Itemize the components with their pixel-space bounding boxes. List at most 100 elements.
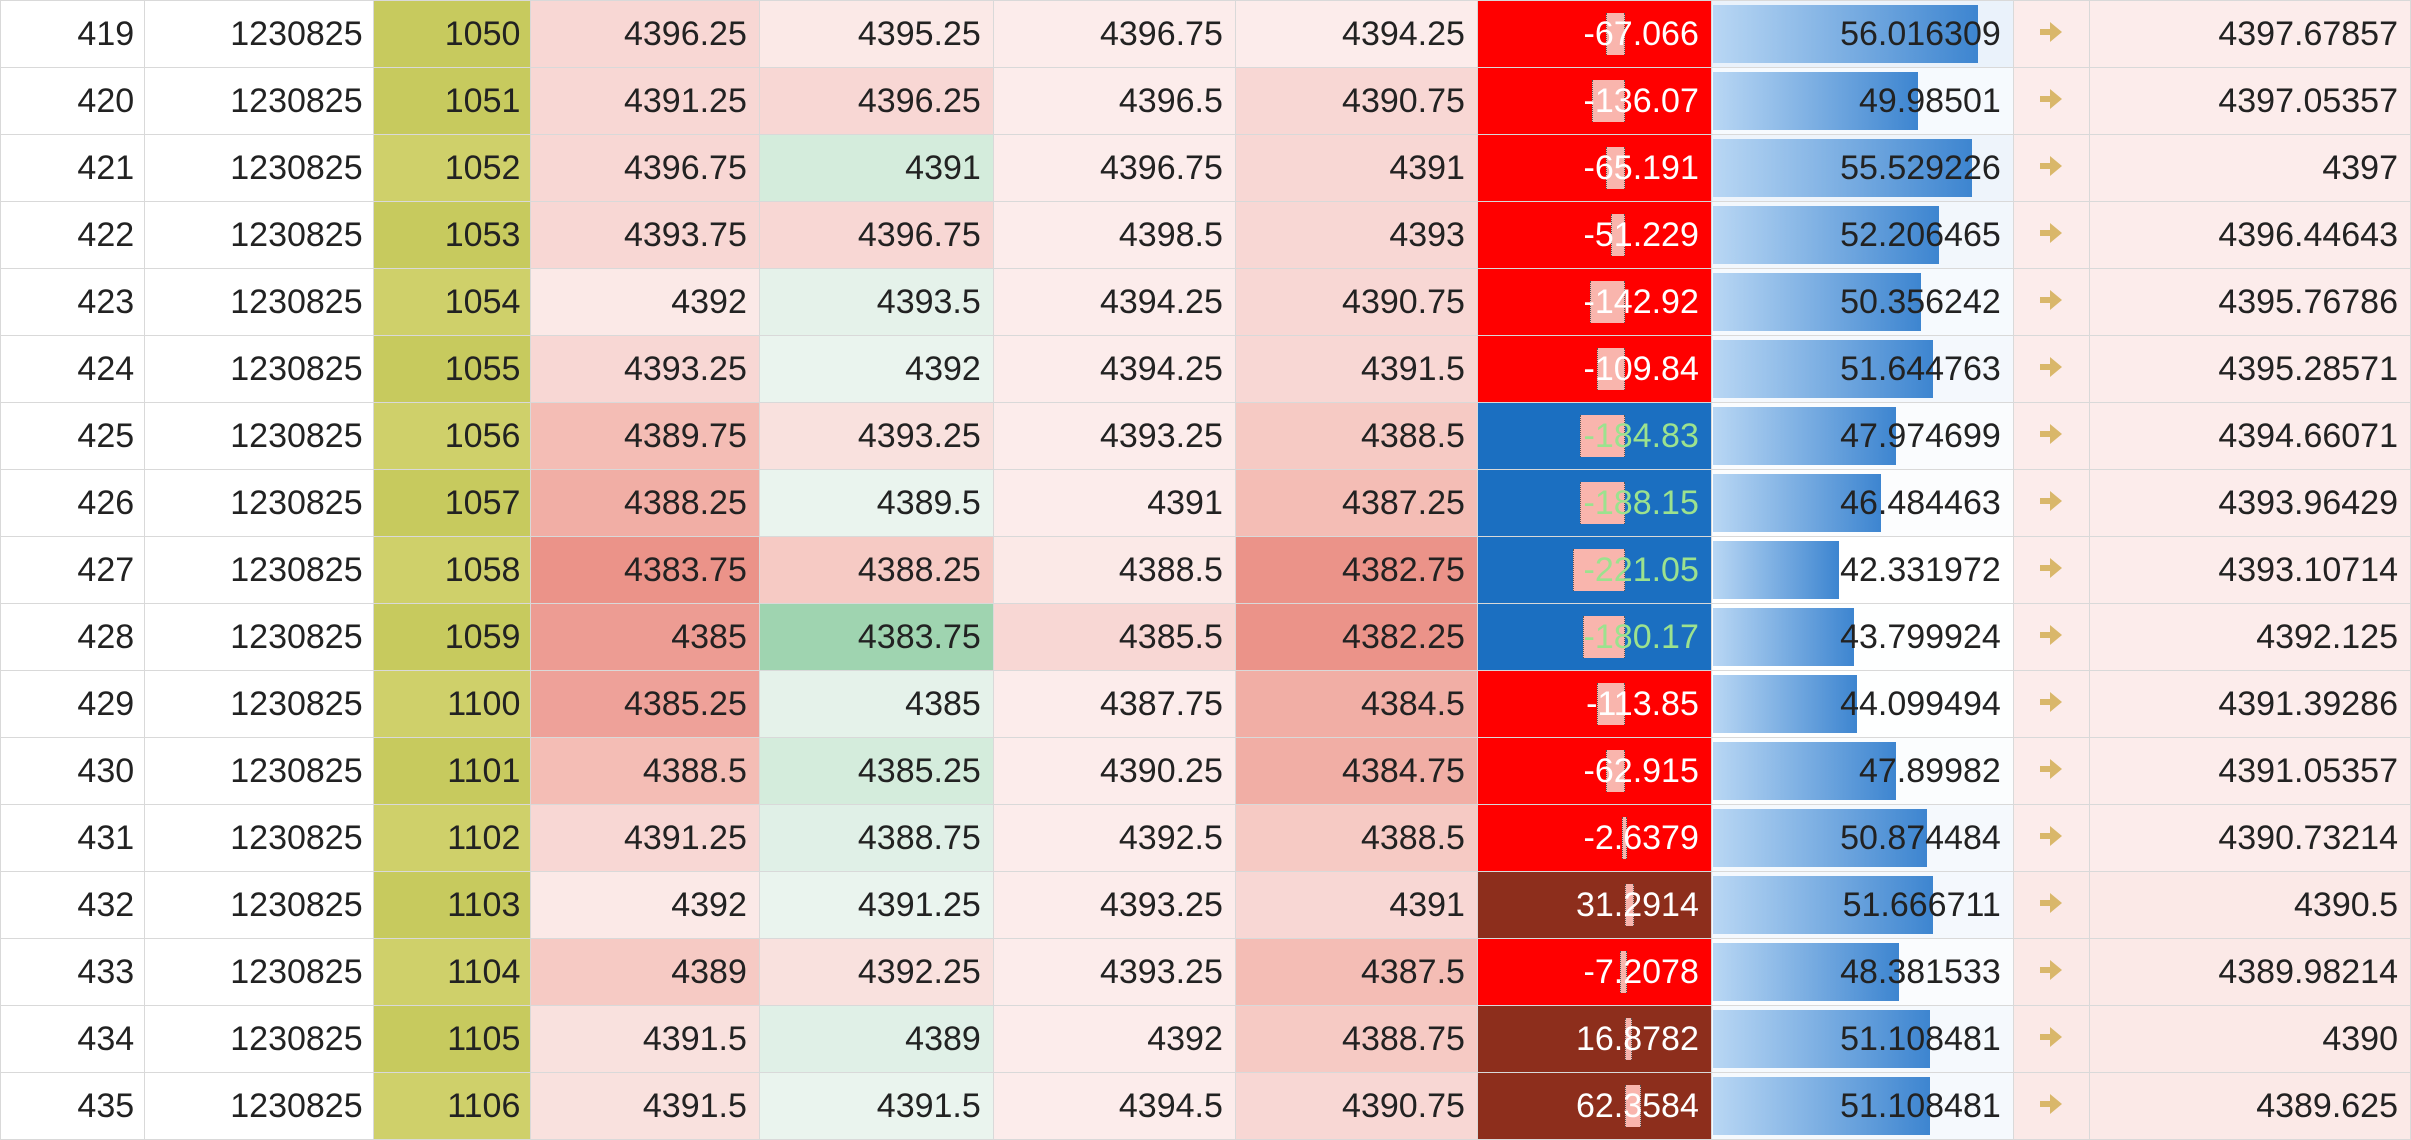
low-cell[interactable]: 4390.75	[1235, 269, 1477, 336]
row-number-cell[interactable]: 428	[1, 604, 145, 671]
low-cell[interactable]: 4382.25	[1235, 604, 1477, 671]
indicator-cell[interactable]: -65.191	[1477, 135, 1711, 202]
indicator-cell[interactable]: -136.07	[1477, 68, 1711, 135]
table-row[interactable]: 424123082510554393.2543924394.254391.5-1…	[1, 336, 2411, 403]
date-cell[interactable]: 1230825	[145, 872, 373, 939]
open-cell[interactable]: 4388.25	[531, 470, 759, 537]
high-cell[interactable]: 4387.75	[993, 671, 1235, 738]
low-cell[interactable]: 4384.75	[1235, 738, 1477, 805]
row-number-cell[interactable]: 427	[1, 537, 145, 604]
close-cell[interactable]: 4385	[759, 671, 993, 738]
low-cell[interactable]: 4391	[1235, 872, 1477, 939]
date-cell[interactable]: 1230825	[145, 537, 373, 604]
date-cell[interactable]: 1230825	[145, 470, 373, 537]
open-cell[interactable]: 4385.25	[531, 671, 759, 738]
rsi-cell[interactable]: 48.381533	[1711, 939, 2013, 1006]
high-cell[interactable]: 4396.5	[993, 68, 1235, 135]
table-row[interactable]: 421123082510524396.7543914396.754391-65.…	[1, 135, 2411, 202]
low-cell[interactable]: 4387.25	[1235, 470, 1477, 537]
row-number-cell[interactable]: 435	[1, 1073, 145, 1140]
rsi-cell[interactable]: 49.98501	[1711, 68, 2013, 135]
close-cell[interactable]: 4393.5	[759, 269, 993, 336]
time-cell[interactable]: 1101	[373, 738, 531, 805]
time-cell[interactable]: 1054	[373, 269, 531, 336]
open-cell[interactable]: 4391.25	[531, 68, 759, 135]
high-cell[interactable]: 4390.25	[993, 738, 1235, 805]
time-cell[interactable]: 1103	[373, 872, 531, 939]
date-cell[interactable]: 1230825	[145, 604, 373, 671]
date-cell[interactable]: 1230825	[145, 403, 373, 470]
high-cell[interactable]: 4396.75	[993, 135, 1235, 202]
rsi-cell[interactable]: 51.108481	[1711, 1006, 2013, 1073]
avg-cell[interactable]: 4392.125	[2089, 604, 2410, 671]
date-cell[interactable]: 1230825	[145, 805, 373, 872]
rsi-cell[interactable]: 46.484463	[1711, 470, 2013, 537]
row-number-cell[interactable]: 425	[1, 403, 145, 470]
table-row[interactable]: 430123082511014388.54385.254390.254384.7…	[1, 738, 2411, 805]
rsi-cell[interactable]: 44.099494	[1711, 671, 2013, 738]
avg-cell[interactable]: 4396.44643	[2089, 202, 2410, 269]
rsi-cell[interactable]: 51.666711	[1711, 872, 2013, 939]
low-cell[interactable]: 4388.5	[1235, 805, 1477, 872]
date-cell[interactable]: 1230825	[145, 1073, 373, 1140]
low-cell[interactable]: 4390.75	[1235, 68, 1477, 135]
indicator-cell[interactable]: 16.8782	[1477, 1006, 1711, 1073]
close-cell[interactable]: 4385.25	[759, 738, 993, 805]
open-cell[interactable]: 4396.75	[531, 135, 759, 202]
time-cell[interactable]: 1059	[373, 604, 531, 671]
high-cell[interactable]: 4394.5	[993, 1073, 1235, 1140]
row-number-cell[interactable]: 419	[1, 1, 145, 68]
open-cell[interactable]: 4383.75	[531, 537, 759, 604]
avg-cell[interactable]: 4389.625	[2089, 1073, 2410, 1140]
low-cell[interactable]: 4393	[1235, 202, 1477, 269]
high-cell[interactable]: 4385.5	[993, 604, 1235, 671]
close-cell[interactable]: 4393.25	[759, 403, 993, 470]
date-cell[interactable]: 1230825	[145, 939, 373, 1006]
date-cell[interactable]: 1230825	[145, 671, 373, 738]
indicator-cell[interactable]: 62.3584	[1477, 1073, 1711, 1140]
time-cell[interactable]: 1105	[373, 1006, 531, 1073]
low-cell[interactable]: 4384.5	[1235, 671, 1477, 738]
indicator-cell[interactable]: -7.2078	[1477, 939, 1711, 1006]
time-cell[interactable]: 1058	[373, 537, 531, 604]
rsi-cell[interactable]: 51.108481	[1711, 1073, 2013, 1140]
table-row[interactable]: 4231230825105443924393.54394.254390.75-1…	[1, 269, 2411, 336]
date-cell[interactable]: 1230825	[145, 336, 373, 403]
high-cell[interactable]: 4394.25	[993, 336, 1235, 403]
open-cell[interactable]: 4392	[531, 872, 759, 939]
close-cell[interactable]: 4391.25	[759, 872, 993, 939]
table-row[interactable]: 420123082510514391.254396.254396.54390.7…	[1, 68, 2411, 135]
table-row[interactable]: 4331230825110443894392.254393.254387.5-7…	[1, 939, 2411, 1006]
high-cell[interactable]: 4396.75	[993, 1, 1235, 68]
indicator-cell[interactable]: -67.066	[1477, 1, 1711, 68]
open-cell[interactable]: 4393.25	[531, 336, 759, 403]
high-cell[interactable]: 4394.25	[993, 269, 1235, 336]
high-cell[interactable]: 4391	[993, 470, 1235, 537]
open-cell[interactable]: 4385	[531, 604, 759, 671]
rsi-cell[interactable]: 47.89982	[1711, 738, 2013, 805]
indicator-cell[interactable]: -180.17	[1477, 604, 1711, 671]
low-cell[interactable]: 4382.75	[1235, 537, 1477, 604]
time-cell[interactable]: 1104	[373, 939, 531, 1006]
indicator-cell[interactable]: -2.6379	[1477, 805, 1711, 872]
low-cell[interactable]: 4391.5	[1235, 336, 1477, 403]
date-cell[interactable]: 1230825	[145, 738, 373, 805]
rsi-cell[interactable]: 52.206465	[1711, 202, 2013, 269]
time-cell[interactable]: 1057	[373, 470, 531, 537]
low-cell[interactable]: 4391	[1235, 135, 1477, 202]
rsi-cell[interactable]: 51.644763	[1711, 336, 2013, 403]
date-cell[interactable]: 1230825	[145, 1006, 373, 1073]
table-row[interactable]: 427123082510584383.754388.254388.54382.7…	[1, 537, 2411, 604]
indicator-cell[interactable]: -62.915	[1477, 738, 1711, 805]
high-cell[interactable]: 4393.25	[993, 872, 1235, 939]
open-cell[interactable]: 4392	[531, 269, 759, 336]
high-cell[interactable]: 4392	[993, 1006, 1235, 1073]
row-number-cell[interactable]: 424	[1, 336, 145, 403]
indicator-cell[interactable]: 31.2914	[1477, 872, 1711, 939]
date-cell[interactable]: 1230825	[145, 202, 373, 269]
avg-cell[interactable]: 4390.5	[2089, 872, 2410, 939]
close-cell[interactable]: 4388.75	[759, 805, 993, 872]
avg-cell[interactable]: 4397.67857	[2089, 1, 2410, 68]
high-cell[interactable]: 4388.5	[993, 537, 1235, 604]
row-number-cell[interactable]: 421	[1, 135, 145, 202]
